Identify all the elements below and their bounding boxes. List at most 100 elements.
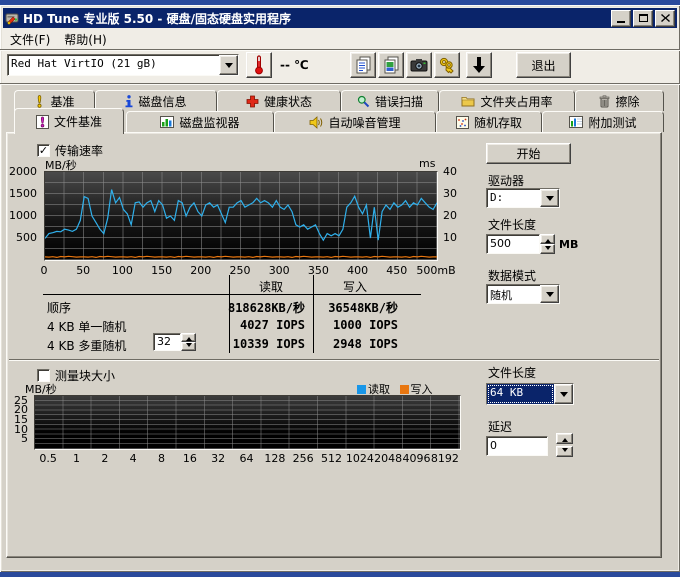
desktop: { "window": { "title": "HD Tune 专业版 5.50… (0, 0, 680, 577)
tab-health-status-label: 健康状态 (264, 93, 312, 110)
screenshot-button[interactable] (406, 52, 432, 78)
file-length-value[interactable]: 500 (486, 234, 540, 254)
file-length-unit: MB (559, 238, 578, 251)
app-icon (5, 11, 19, 25)
temperature-button[interactable] (246, 52, 272, 78)
tab-extra-tests[interactable]: 附加测试 (542, 111, 664, 132)
queue-depth-down[interactable] (181, 342, 196, 351)
tab-aam-label: 自动噪音管理 (328, 114, 400, 131)
block-size-label: 测量块大小 (55, 367, 115, 384)
menu-help[interactable]: 帮助(H) (57, 29, 113, 50)
tick-label: 2048 (374, 452, 402, 465)
tick-label: 4096 (403, 452, 431, 465)
speaker-icon (309, 116, 323, 129)
tab-disk-monitor[interactable]: 磁盘监视器 (126, 111, 274, 132)
data-pattern-arrow[interactable] (540, 285, 559, 303)
chart1-yticks-left: 200015001000500 (7, 171, 40, 259)
drive-combo[interactable]: D: (486, 188, 560, 208)
row-sequential-label: 顺序 (47, 299, 71, 316)
section-separator (9, 359, 659, 361)
drive-combo-arrow[interactable] (540, 189, 559, 207)
drive-combo-value: D: (487, 189, 540, 207)
tab-error-scan-label: 错误扫描 (375, 93, 423, 110)
chart1-xticks: 050100150200250300350400450500mB (44, 264, 436, 277)
random-access-icon (456, 116, 469, 129)
tab-folder-usage[interactable]: 文件夹占用率 (439, 90, 575, 111)
file-length-up[interactable] (540, 234, 555, 244)
tick-label: 16 (183, 452, 197, 465)
title-bar[interactable]: HD Tune 专业版 5.50 - 硬盘/固态硬盘实用程序 (3, 8, 677, 28)
registration-button[interactable] (434, 52, 460, 78)
file-length-spinner[interactable]: 500 MB (486, 234, 578, 254)
copy-image-button[interactable] (378, 52, 404, 78)
data-pattern-combo[interactable]: 随机 (486, 284, 560, 304)
tab-error-scan[interactable]: 错误扫描 (341, 90, 439, 111)
file-length-down[interactable] (540, 244, 555, 254)
tab-disk-monitor-label: 磁盘监视器 (179, 114, 239, 131)
window-title: HD Tune 专业版 5.50 - 硬盘/固态硬盘实用程序 (23, 10, 609, 27)
chart2-yticks: 252015105 (7, 395, 30, 448)
delay-spinner[interactable] (556, 433, 573, 457)
delay-down[interactable] (556, 446, 573, 457)
tab-random-access[interactable]: 随机存取 (436, 111, 542, 132)
camera-icon (410, 58, 428, 72)
delay-up[interactable] (556, 433, 573, 444)
menu-file[interactable]: 文件(F) (3, 29, 57, 50)
temperature-readout: -- ℃ (280, 58, 309, 72)
exit-button[interactable]: 退出 (516, 52, 571, 78)
block-size-combo[interactable]: 64 KB (486, 383, 574, 405)
tick-label: 40 (443, 165, 457, 178)
queue-depth-up[interactable] (181, 333, 196, 342)
exit-button-label: 退出 (531, 57, 555, 74)
drive-select-arrow[interactable] (219, 55, 238, 75)
queue-depth-spinner[interactable]: 32 (153, 333, 196, 351)
block-size-combo-arrow[interactable] (554, 384, 573, 404)
menu-separator (0, 49, 680, 51)
tick-label: 500mB (416, 264, 455, 277)
tab-aam[interactable]: 自动噪音管理 (274, 111, 436, 132)
tick-label: 8192 (431, 452, 459, 465)
error-scan-icon (357, 95, 370, 108)
drive-select-value: Red Hat VirtIO (21 gB) (8, 55, 219, 75)
maximize-button[interactable] (633, 10, 653, 27)
tab-disk-info-label: 磁盘信息 (138, 93, 186, 110)
menu-bar: 文件(F) 帮助(H) (3, 30, 114, 49)
data-pattern-label: 数据模式 (488, 267, 536, 284)
tick-label: 500 (16, 231, 37, 244)
write-line (45, 256, 437, 257)
start-button[interactable]: 开始 (486, 143, 571, 164)
tick-label: 4 (130, 452, 137, 465)
read-line (45, 190, 437, 241)
tick-label: 32 (211, 452, 225, 465)
tab-erase-label: 擦除 (615, 93, 639, 110)
tick-label: 450 (386, 264, 407, 277)
disk-monitor-icon (160, 116, 174, 128)
tab-erase[interactable]: 擦除 (575, 90, 664, 111)
extra-tests-icon (569, 116, 583, 128)
app-window: HD Tune 专业版 5.50 - 硬盘/固态硬盘实用程序 文件(F) 帮助(… (0, 5, 680, 572)
download-arrow-icon (472, 56, 486, 74)
benchmark-icon (34, 95, 45, 108)
tick-label: 50 (76, 264, 90, 277)
file-length-label: 文件长度 (488, 216, 536, 233)
delay-input[interactable]: 0 (486, 436, 548, 456)
close-button[interactable] (655, 10, 675, 27)
row-4k-multi-read: 10339 IOPS (233, 337, 305, 351)
delay-label: 延迟 (488, 418, 512, 435)
tab-folder-usage-label: 文件夹占用率 (480, 93, 552, 110)
transfer-rate-checkbox[interactable]: ✓ (37, 144, 50, 157)
save-results-button[interactable] (466, 52, 492, 78)
row-4k-single-write: 1000 IOPS (333, 318, 398, 332)
row-4k-single-label: 4 KB 单一随机 (47, 318, 126, 335)
col-write-header: 写入 (313, 278, 397, 295)
copy-report-button[interactable] (350, 52, 376, 78)
minimize-button[interactable] (611, 10, 631, 27)
transfer-rate-plot-svg (45, 172, 437, 260)
drive-select-combo[interactable]: Red Hat VirtIO (21 gB) (7, 54, 239, 76)
tab-health-status[interactable]: 健康状态 (217, 90, 341, 111)
tick-label: 5 (21, 432, 28, 445)
tab-file-benchmark[interactable]: 文件基准 (14, 108, 124, 134)
tick-label: 0.5 (39, 452, 57, 465)
queue-depth-value[interactable]: 32 (153, 333, 181, 351)
tick-label: 250 (230, 264, 251, 277)
